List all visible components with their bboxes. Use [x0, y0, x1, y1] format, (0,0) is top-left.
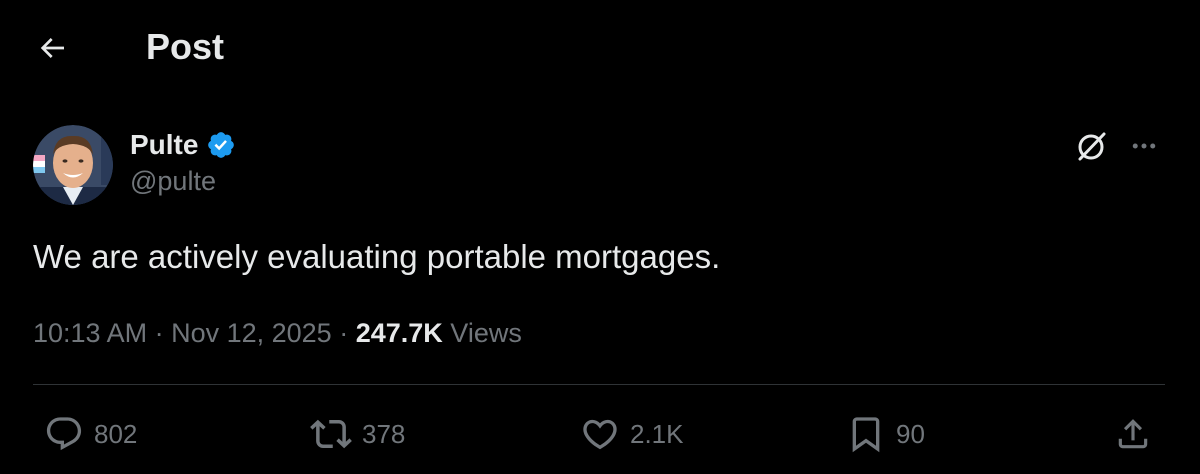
like-count: 2.1K — [630, 418, 684, 449]
meta-separator: · — [147, 318, 172, 348]
post-date[interactable]: Nov 12, 2025 — [171, 318, 332, 348]
share-icon — [1118, 419, 1148, 449]
grok-button[interactable] — [1072, 126, 1112, 166]
grok-icon — [1078, 132, 1106, 161]
author-row: Pulte — [130, 126, 236, 164]
profile-photo — [33, 125, 113, 205]
back-button[interactable] — [32, 28, 72, 68]
verified-badge-icon[interactable] — [206, 130, 236, 160]
post-meta: 10:13 AM · Nov 12, 2025 · 247.7K Views — [33, 313, 522, 353]
share-button[interactable] — [1114, 412, 1152, 456]
like-button[interactable]: 2.1K — [580, 412, 684, 456]
repost-button[interactable]: 378 — [310, 412, 405, 456]
repost-icon — [310, 419, 352, 449]
more-horizontal-icon — [1132, 143, 1156, 149]
post-time[interactable]: 10:13 AM — [33, 318, 147, 348]
reply-button[interactable]: 802 — [44, 412, 137, 456]
reply-icon — [46, 417, 82, 451]
post-text: We are actively evaluating portable mort… — [33, 238, 721, 275]
more-button[interactable] — [1124, 126, 1164, 166]
author-handle[interactable]: @pulte — [130, 166, 216, 197]
heart-icon — [583, 419, 617, 450]
repost-count: 378 — [362, 418, 406, 449]
bookmark-button[interactable]: 90 — [846, 412, 925, 456]
bookmark-count: 90 — [896, 418, 925, 449]
arrow-left-icon — [40, 38, 64, 58]
divider — [33, 384, 1165, 385]
page-title: Post — [146, 26, 225, 67]
avatar[interactable] — [33, 125, 113, 205]
header: Post — [0, 0, 1200, 96]
bookmark-icon — [852, 417, 880, 453]
views-count: 247.7K — [355, 318, 443, 348]
views-label: Views — [450, 318, 522, 348]
author-name[interactable]: Pulte — [130, 129, 198, 161]
meta-separator: · — [331, 318, 356, 348]
reply-count: 802 — [94, 418, 138, 449]
